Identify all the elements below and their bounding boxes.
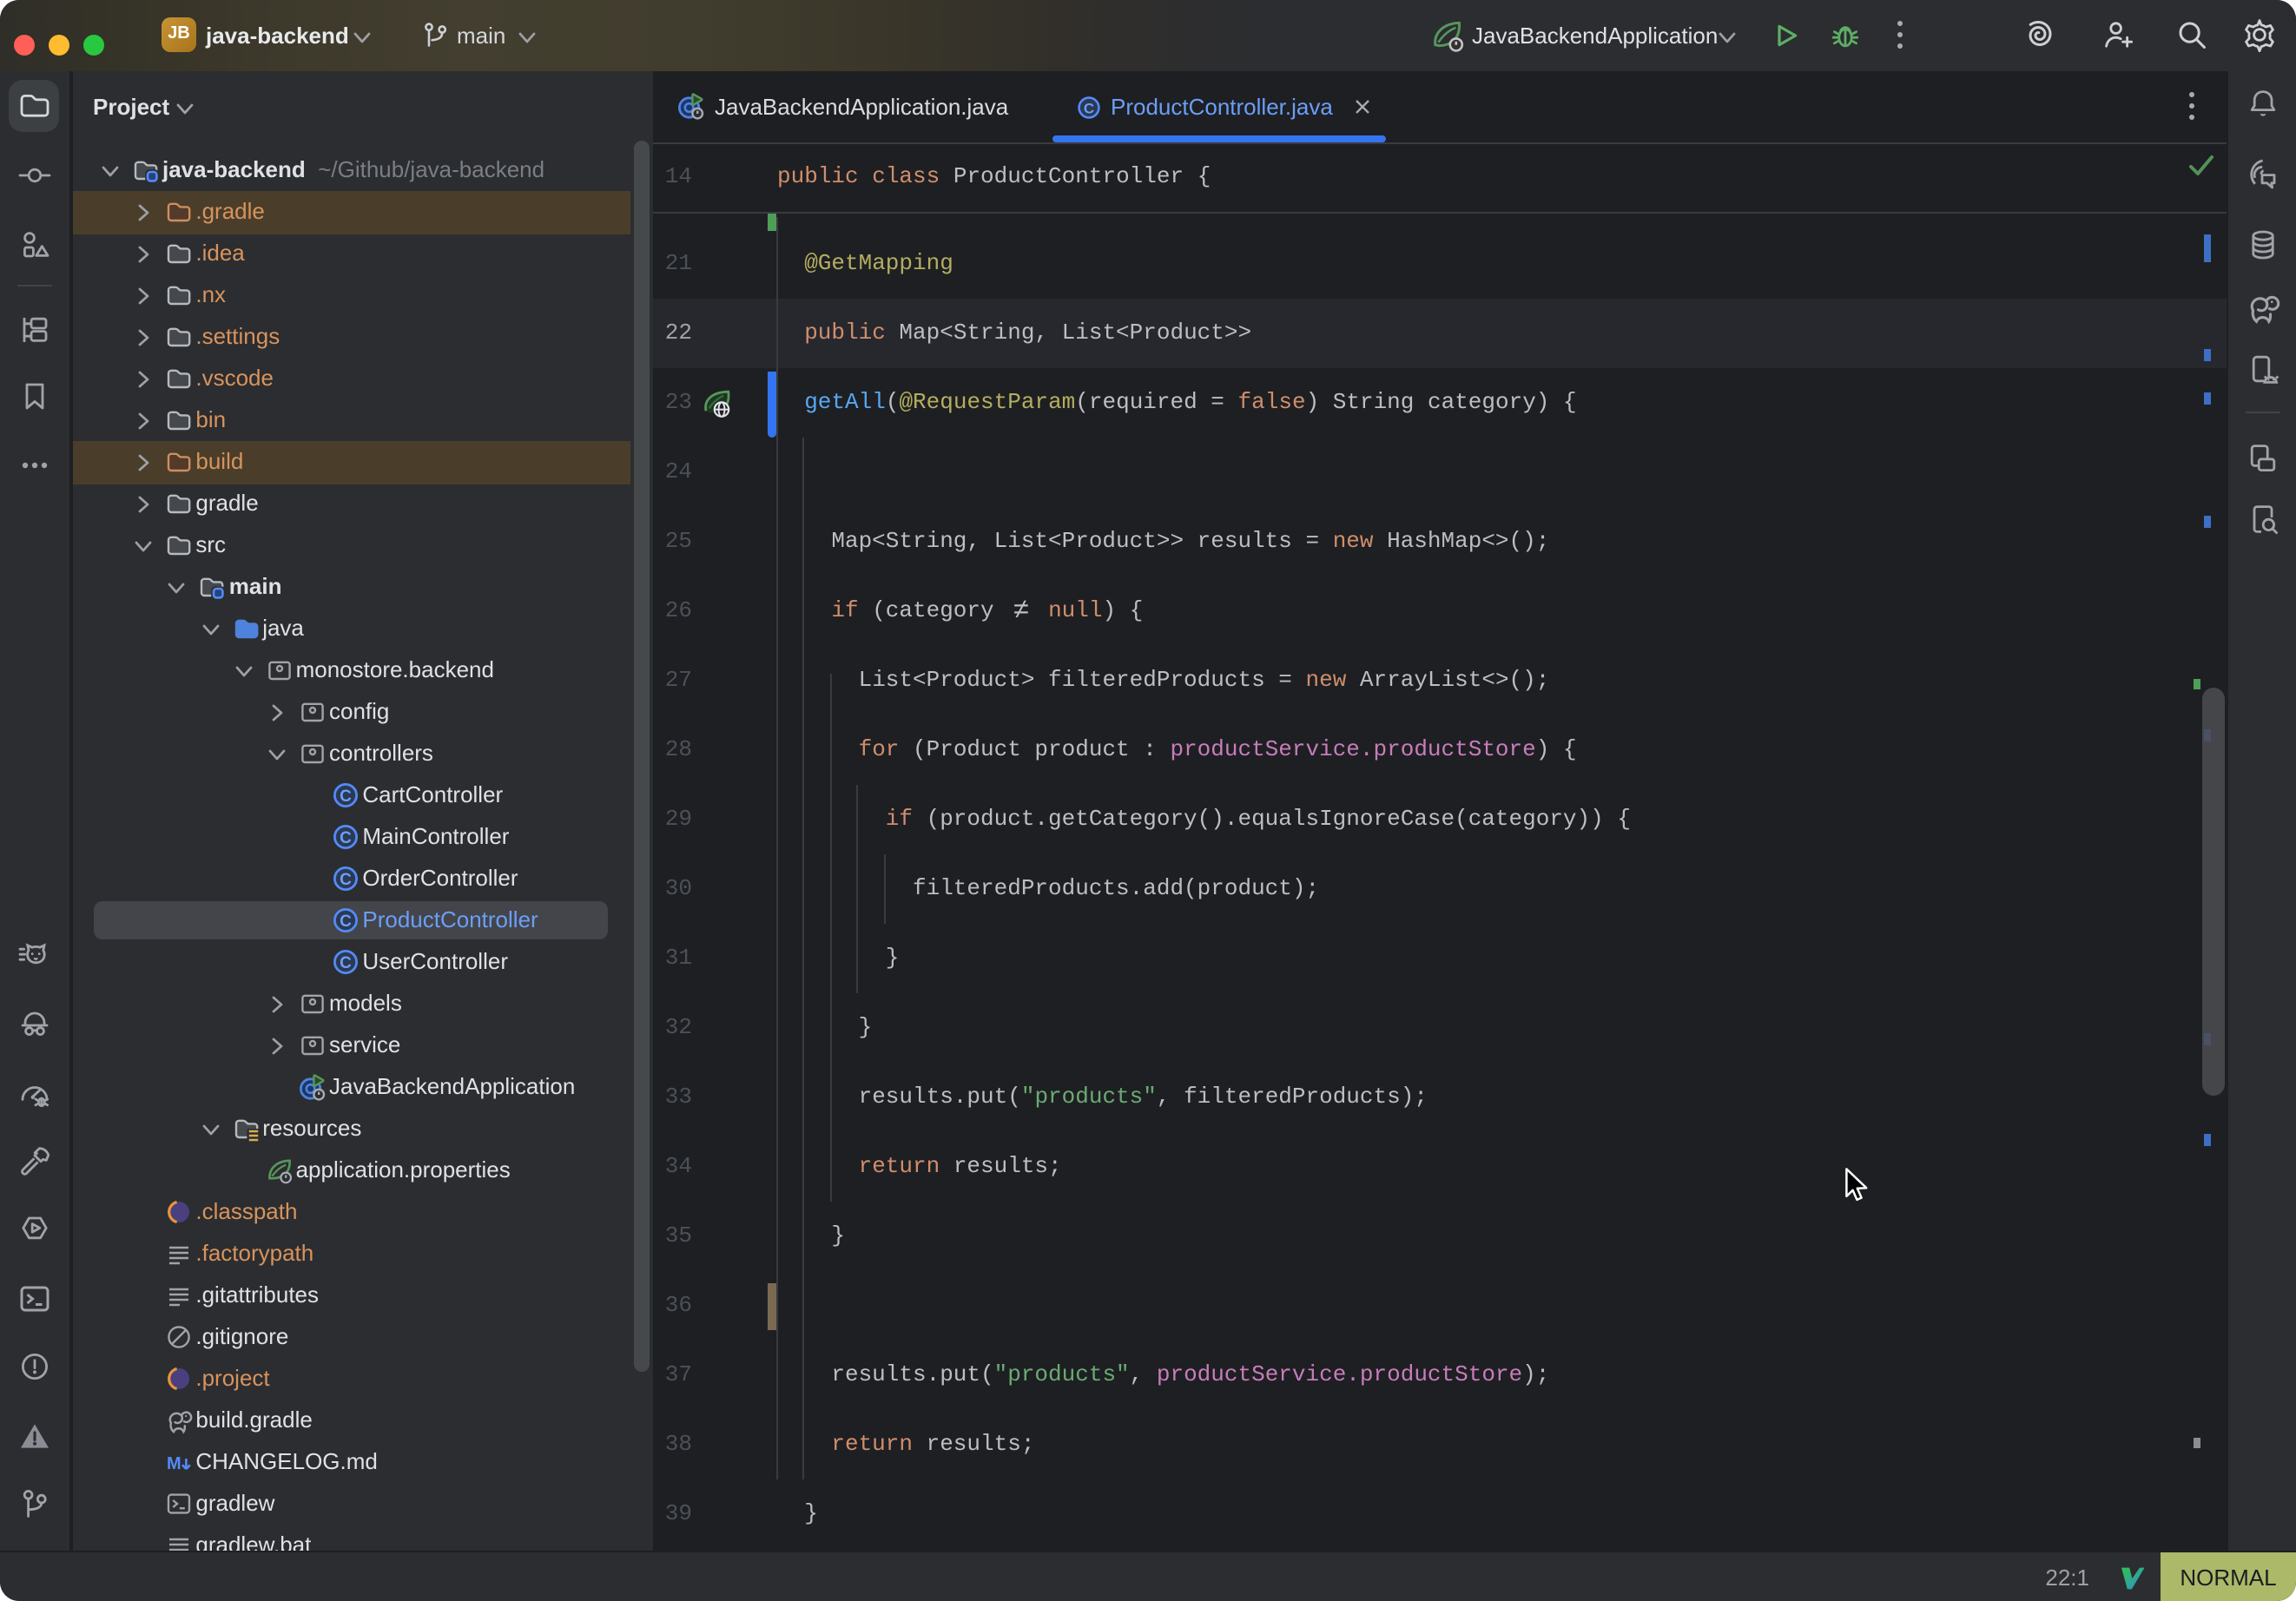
svg-text:M: M <box>167 1454 181 1473</box>
svg-text:C: C <box>340 913 353 931</box>
svg-text:C: C <box>1083 99 1093 115</box>
svg-text:C: C <box>340 829 353 847</box>
svg-text:C: C <box>340 954 353 972</box>
svg-text:C: C <box>340 787 353 806</box>
svg-text:C: C <box>340 871 353 889</box>
